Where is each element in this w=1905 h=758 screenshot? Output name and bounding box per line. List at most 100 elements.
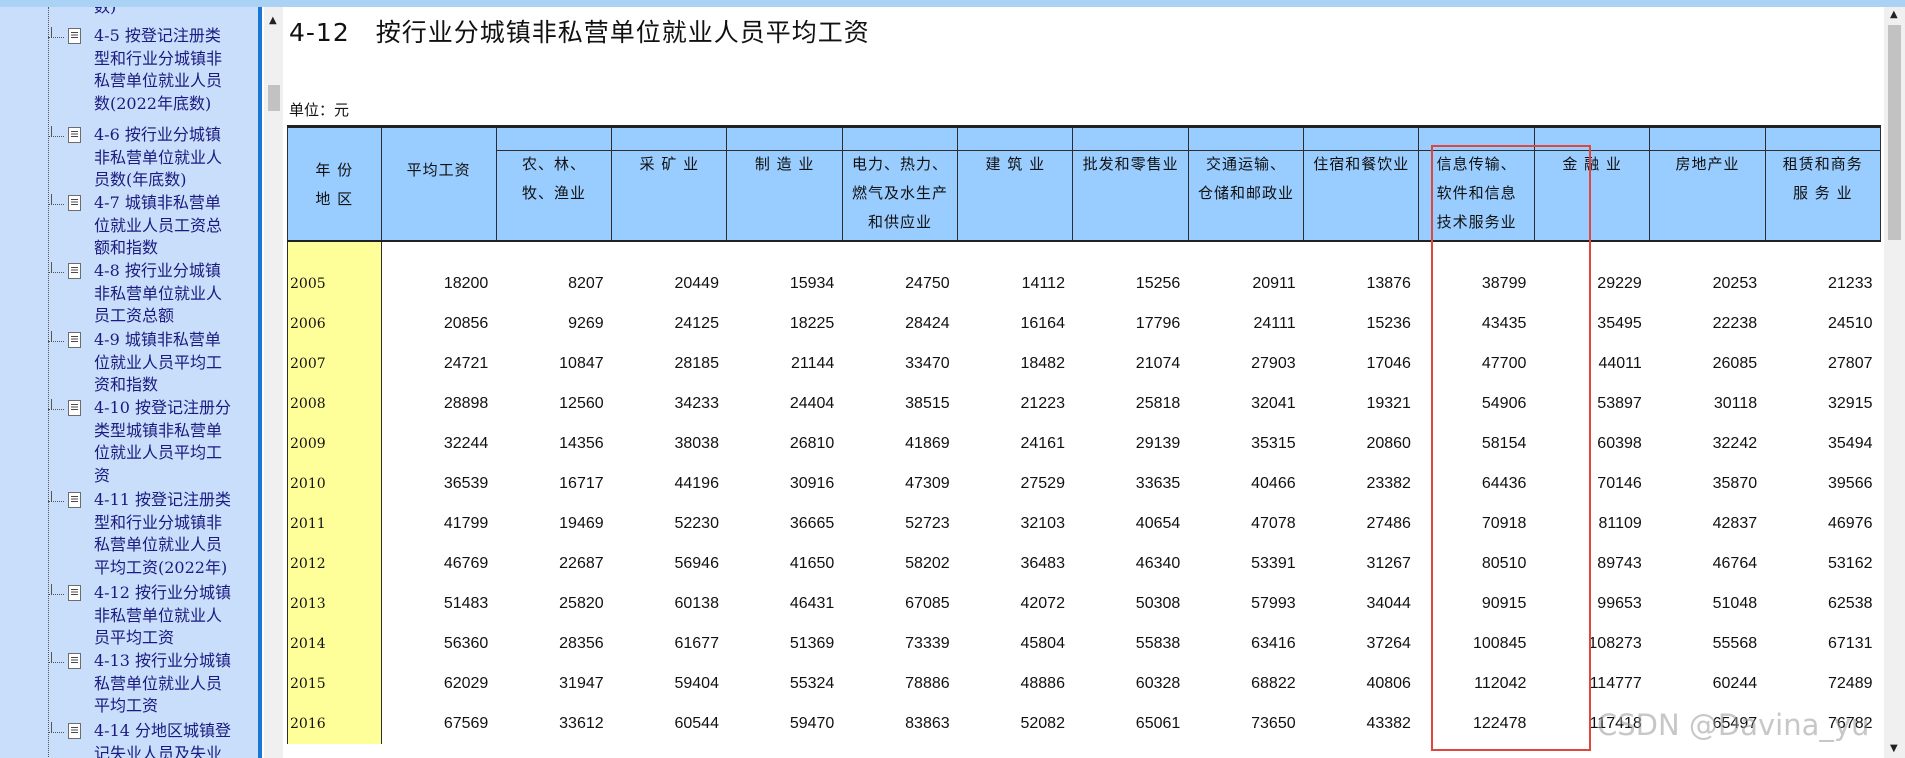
value-cell: 50308 — [1135, 595, 1181, 612]
table-row: 2007 24721 10847 28185 21144 33470 18482 21074 2… — [287, 344, 1881, 384]
tree-connector — [51, 331, 52, 341]
tree-item-label[interactable]: 4-6 按行业分城镇 非私营单位就业人 员数(年底数) — [94, 124, 258, 192]
table-header-row: 年 份 地 区 平均工资 农、林、 牧、渔业 采 矿 业 制 造 业 电力、热力、 燃气及… — [287, 125, 1881, 242]
document-icon — [68, 127, 81, 143]
value-cell: 44011 — [1598, 355, 1642, 372]
value-cell: 108273 — [1588, 635, 1642, 652]
tree-item-label[interactable]: 4-10 按登记注册分 类型城镇非私营单 位就业人员平均工 资 — [94, 397, 258, 487]
header-label: 建 筑 业 — [985, 155, 1046, 173]
header-label: 制 造 业 — [754, 155, 815, 173]
tree-item-label[interactable]: 4-12 按行业分城镇 非私营单位就业人 员平均工资 — [94, 582, 258, 650]
value-cell: 60138 — [674, 595, 719, 612]
table-header-cell: 住宿和餐饮业 — [1303, 125, 1420, 242]
sidebar-divider[interactable] — [258, 7, 262, 758]
tree-connector — [48, 409, 64, 410]
value-cell: 36483 — [1020, 555, 1065, 572]
scroll-up-icon[interactable]: ▲ — [1890, 9, 1898, 20]
scroll-thumb[interactable] — [1888, 25, 1901, 240]
value-cell: 100845 — [1472, 635, 1527, 652]
value-cell: 20449 — [674, 275, 719, 292]
value-cell: 27903 — [1251, 355, 1296, 372]
value-cell: 29139 — [1135, 435, 1181, 452]
tree-connector — [48, 501, 64, 502]
tree-item-label[interactable]: 4-9 城镇非私营单 位就业人员平均工 资和指数 — [94, 329, 258, 397]
header-subrow — [612, 128, 727, 151]
document-icon — [68, 585, 81, 601]
value-cell: 44196 — [674, 475, 719, 492]
value-cell: 41650 — [789, 555, 835, 572]
value-cell: 12560 — [559, 395, 604, 412]
value-cell: 16164 — [1020, 315, 1065, 332]
value-cell: 40806 — [1366, 675, 1411, 692]
value-cell: 22687 — [559, 555, 604, 572]
value-cell: 55838 — [1135, 635, 1181, 652]
tree-connector — [51, 491, 52, 501]
value-cell: 52230 — [674, 515, 719, 532]
value-cell: 43435 — [1481, 315, 1527, 332]
document-icon — [68, 400, 81, 416]
value-cell: 24161 — [1020, 435, 1065, 452]
tree-item-label[interactable]: 4-13 按行业分城镇 私营单位就业人员 平均工资 — [94, 650, 258, 718]
value-cell: 58202 — [905, 555, 950, 572]
value-cell: 51369 — [789, 635, 835, 652]
value-cell: 46976 — [1828, 515, 1873, 532]
tree-item-label[interactable]: 4-14 分地区城镇登 记失业人员及失业 — [94, 720, 258, 758]
value-cell: 17796 — [1135, 315, 1181, 332]
scroll-up-icon[interactable]: ▲ — [269, 15, 277, 26]
table-header-cell: 建 筑 业 — [957, 125, 1074, 242]
value-cell: 53897 — [1597, 395, 1642, 412]
tree-item-label[interactable]: 4-7 城镇非私营单 位就业人员工资总 额和指数 — [94, 192, 258, 260]
value-cell: 37264 — [1366, 635, 1411, 652]
value-cell: 26085 — [1712, 355, 1758, 372]
page-scrollbar-right[interactable]: ▲ ▼ — [1884, 7, 1905, 758]
table-row: 2008 28898 12560 34233 24404 38515 21223 25818 3… — [287, 384, 1881, 424]
header-label: 租赁和商务 服 务 业 — [1782, 155, 1863, 202]
tree-connector — [51, 399, 52, 409]
document-icon — [68, 28, 81, 44]
value-cell: 20856 — [443, 315, 489, 332]
tree-connector — [51, 652, 52, 662]
value-cell: 21223 — [1020, 395, 1065, 412]
value-cell: 70146 — [1597, 475, 1642, 492]
value-cell: 23382 — [1366, 475, 1411, 492]
header-subrow — [496, 128, 612, 151]
tree-item-label[interactable]: 4-5 按登记注册类 型和行业分城镇非 私营单位就业人员 数(2022年底数) — [94, 25, 258, 115]
value-cell: 35315 — [1251, 435, 1296, 452]
tree-item-label[interactable]: 4-11 按登记注册类 型和行业分城镇非 私营单位就业人员 平均工资(2022年… — [94, 489, 258, 579]
value-cell: 42072 — [1020, 595, 1065, 612]
document-icon — [68, 332, 81, 348]
value-cell: 59470 — [789, 715, 835, 732]
year-cell: 2014 — [287, 624, 382, 664]
value-cell: 30118 — [1713, 395, 1758, 412]
value-cell: 62538 — [1828, 595, 1873, 612]
tree-line — [48, 7, 49, 758]
value-cell: 60398 — [1597, 435, 1642, 452]
value-cell: 52723 — [905, 515, 950, 532]
value-cell: 60328 — [1135, 675, 1181, 692]
document-icon — [68, 492, 81, 508]
value-cell: 72489 — [1828, 675, 1873, 692]
header-label: 信息传输、 软件和信息 技术服务业 — [1436, 155, 1517, 231]
tree-connector — [48, 341, 64, 342]
tree-connector — [48, 732, 64, 733]
year-cell: 2012 — [287, 544, 382, 584]
value-cell: 15934 — [789, 275, 835, 292]
value-cell: 32915 — [1828, 395, 1873, 412]
scroll-thumb[interactable] — [268, 85, 280, 111]
value-cell: 42837 — [1712, 515, 1758, 532]
tree-item-fragment: 数) — [94, 7, 116, 17]
header-subrow — [1650, 128, 1765, 151]
value-cell: 78886 — [905, 675, 950, 692]
value-cell: 51483 — [443, 595, 489, 612]
value-cell: 13876 — [1366, 275, 1411, 292]
tree-connector — [51, 126, 52, 136]
tree-connector — [51, 584, 52, 594]
value-cell: 34044 — [1366, 595, 1411, 612]
content-scrollbar-left[interactable]: ▲ — [264, 7, 283, 758]
value-cell: 9269 — [568, 315, 604, 332]
top-accent-bar — [0, 0, 1905, 7]
scroll-down-icon[interactable]: ▼ — [1890, 743, 1898, 754]
value-cell: 26810 — [789, 435, 835, 452]
value-cell: 64436 — [1481, 475, 1527, 492]
tree-item-label[interactable]: 4-8 按行业分城镇 非私营单位就业人 员工资总额 — [94, 260, 258, 328]
